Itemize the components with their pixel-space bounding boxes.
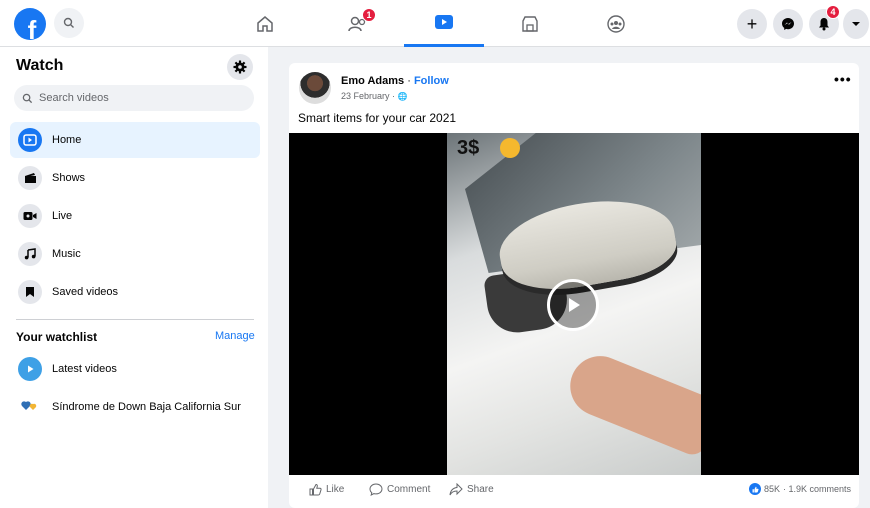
search-button[interactable] [54,8,84,38]
watch-home-icon [18,128,42,152]
video-overlay-price: 3$ [457,137,480,159]
play-icon [569,298,580,312]
notifications-button[interactable]: 4 [809,5,840,39]
watch-sidebar: Watch Home Shows Live Music Saved videos [0,47,268,508]
notifications-badge: 4 [826,5,840,19]
comment-button[interactable]: Comment [369,483,430,496]
messenger-icon [782,18,794,30]
play-icon [18,357,42,381]
sidebar-item-label: Saved videos [52,286,119,298]
watch-icon [435,15,453,29]
watchlist-item-sindrome-de-down[interactable]: Síndrome de Down Baja California Sur [10,389,260,425]
facebook-logo[interactable]: f [14,8,46,40]
sidebar-item-live[interactable]: Live [10,198,260,234]
marketplace-icon [522,15,538,32]
separator-dot: · [404,75,414,87]
sidebar-item-saved-videos[interactable]: Saved videos [10,274,260,310]
sidebar-item-label: Music [52,248,81,260]
post-date-line: 23 February · 🌐 [341,91,408,101]
nav-tab-watch[interactable] [404,0,484,47]
search-videos-input[interactable] [39,92,239,104]
groups-icon [607,14,625,33]
comment-icon [369,483,383,496]
page-avatar-icon [18,395,42,419]
comment-count[interactable]: · 1.9K comments [783,484,851,494]
friends-badge: 1 [362,8,376,22]
live-icon [18,204,42,228]
home-icon [257,15,273,32]
plus-icon: + [746,13,758,34]
comment-label: Comment [387,484,431,495]
sidebar-item-home[interactable]: Home [10,122,260,158]
post-author-line: Emo Adams · Follow [341,75,449,87]
saved-icon [18,280,42,304]
create-button[interactable]: + [737,9,767,39]
reaction-count[interactable]: 85K [764,484,780,494]
bell-icon [819,18,829,31]
like-label: Like [326,484,345,495]
sidebar-item-label: Home [52,134,82,146]
sidebar-divider [16,319,254,320]
watchlist-heading: Your watchlist [16,330,98,344]
hand-image [561,347,701,459]
messenger-button[interactable] [773,9,803,39]
sidebar-item-label: Shows [52,172,86,184]
nav-tab-friends[interactable]: 1 [318,0,398,47]
play-button[interactable] [547,279,599,331]
nav-tab-marketplace[interactable] [490,0,570,47]
sidebar-item-music[interactable]: Music [10,236,260,272]
watchlist-item-latest-videos[interactable]: Latest videos [10,351,260,387]
manage-link[interactable]: Manage [215,330,255,342]
sidebar-item-label: Síndrome de Down Baja California Sur [52,401,241,413]
search-icon [63,17,74,28]
nav-tab-groups[interactable] [576,0,656,47]
author-avatar[interactable] [299,72,331,104]
nav-tab-home[interactable] [225,0,305,47]
music-icon [18,242,42,266]
post-actions-bar: Like Comment Share 85K · 1.9K comments [289,483,859,503]
sidebar-title: Watch [16,57,64,74]
globe-icon: 🌐 [397,92,408,101]
logo-letter: f [27,15,37,40]
shows-icon [18,166,42,190]
emoji-icon [500,138,520,158]
post-caption: Smart items for your car 2021 [298,111,457,125]
chevron-down-icon [852,22,860,26]
like-reaction-icon [749,483,761,495]
share-button[interactable]: Share [449,483,494,496]
follow-link[interactable]: Follow [414,75,449,87]
top-navigation-bar: f 1 + 4 [0,0,870,47]
sidebar-item-label: Live [52,210,73,222]
post-stats: 85K · 1.9K comments [749,483,851,495]
gear-icon [233,60,247,74]
thumbs-up-icon [309,483,322,496]
sidebar-item-shows[interactable]: Shows [10,160,260,196]
more-options-button[interactable]: ••• [834,71,852,87]
author-name[interactable]: Emo Adams [341,75,404,87]
sidebar-item-label: Latest videos [52,363,117,375]
share-icon [449,483,463,496]
search-videos-box [14,85,254,111]
like-button[interactable]: Like [309,483,344,496]
post-date[interactable]: 23 February · [341,91,398,101]
video-player[interactable]: 3$ [289,133,859,475]
account-menu-button[interactable] [843,9,869,39]
video-post: Emo Adams · Follow 23 February · 🌐 ••• S… [289,63,859,508]
search-icon [22,93,33,103]
settings-button[interactable] [227,54,253,80]
share-label: Share [467,484,494,495]
